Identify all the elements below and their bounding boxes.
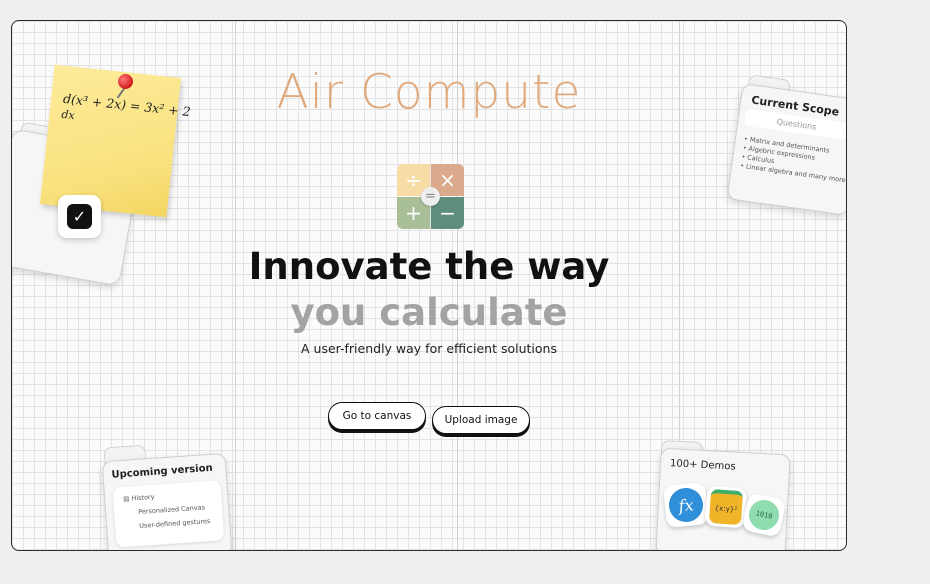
equation-icon: {x:y}² — [704, 485, 748, 529]
scope-list: • Matrix and determinants • Algebric exp… — [740, 135, 846, 185]
headline-secondary: you calculate — [290, 291, 568, 334]
checkmark-icon: ✓ — [67, 204, 92, 229]
equals-icon: = — [421, 187, 440, 206]
history-icon: ▤ — [122, 494, 130, 504]
upcoming-title: Upcoming version — [111, 462, 214, 481]
checkmark-tile: ✓ — [58, 195, 101, 238]
app-frame: d(x³ + 2x) = 3x² + 2 dx ✓ Air Compute ÷ … — [11, 20, 847, 551]
upload-image-button[interactable]: Upload image — [432, 406, 530, 434]
list-item: User-defined gestures — [138, 517, 211, 530]
scope-card: Current Scope Questions • Matrix and det… — [726, 83, 846, 216]
fx-icon: fx — [662, 481, 710, 529]
tagline: A user-friendly way for efficient soluti… — [301, 341, 557, 356]
headline-primary: Innovate the way — [248, 245, 610, 288]
upcoming-list: ▤ History Personalized Canvas User-defin… — [112, 480, 225, 548]
app-title: Air Compute — [276, 65, 582, 120]
go-to-canvas-button[interactable]: Go to canvas — [328, 402, 426, 430]
calculator-logo: ÷ × + − = — [397, 164, 465, 230]
list-item: Personalized Canvas — [137, 503, 206, 517]
upcoming-card: Upcoming version ▤ History Personalized … — [101, 452, 233, 550]
demos-title: 100+ Demos — [669, 458, 736, 473]
list-item: ▤ History — [122, 492, 155, 504]
